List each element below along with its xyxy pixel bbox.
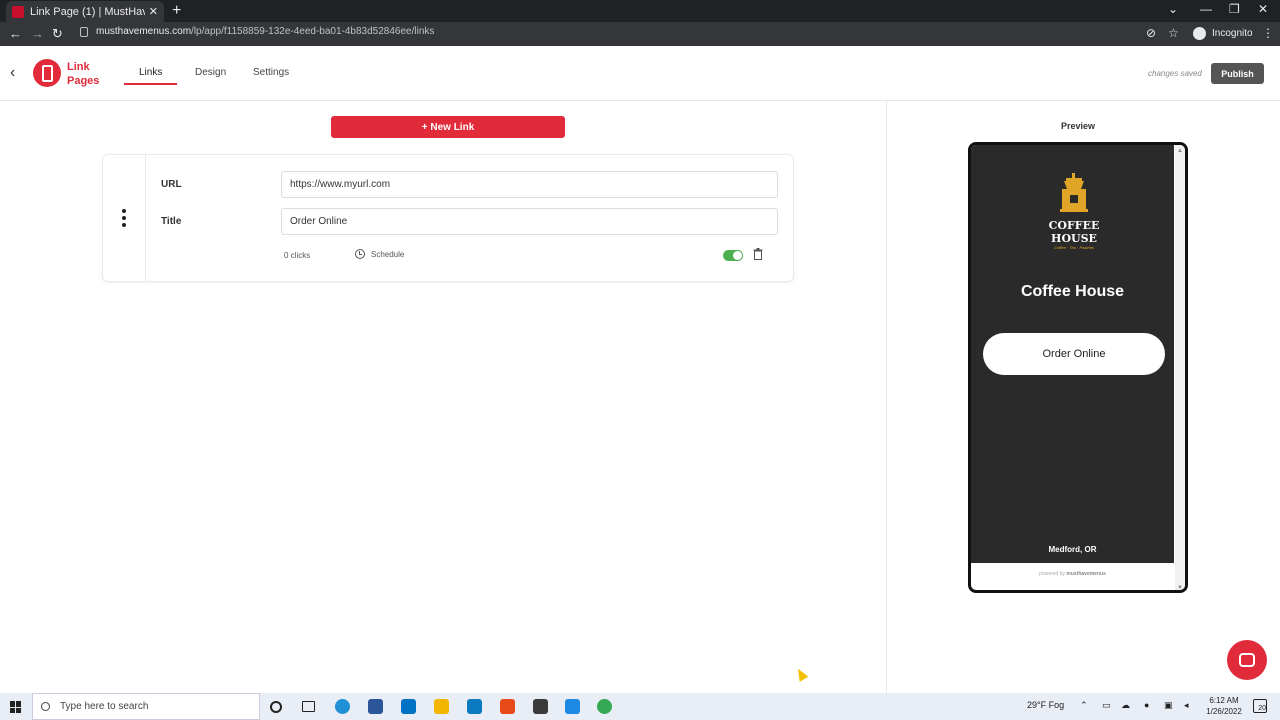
windows-start-icon[interactable] <box>10 701 22 713</box>
schedule-button[interactable]: Schedule <box>355 249 404 259</box>
incognito-badge[interactable]: Incognito <box>1193 27 1253 40</box>
title-input[interactable]: Order Online <box>281 208 778 235</box>
url-field[interactable]: musthavemenus.com /lp/app/f1158859-132e-… <box>80 26 434 37</box>
new-tab-button[interactable]: + <box>172 2 181 20</box>
cortana-icon[interactable] <box>270 701 282 713</box>
link-card: URL https://www.myurl.com Title Order On… <box>102 154 794 282</box>
powered-by: powered by musthavemenus <box>971 571 1174 577</box>
url-input[interactable]: https://www.myurl.com <box>281 171 778 198</box>
weather-widget[interactable]: 29°F Fog <box>1027 700 1064 710</box>
scroll-down-icon[interactable]: ▼ <box>1177 585 1183 590</box>
search-icon <box>41 702 50 711</box>
active-tab-indicator <box>124 83 177 85</box>
schedule-label: Schedule <box>371 249 405 259</box>
tab-links[interactable]: Links <box>139 67 162 78</box>
store-icon[interactable] <box>368 699 383 714</box>
panel-divider <box>886 101 887 693</box>
sticky-notes-icon[interactable] <box>533 699 548 714</box>
more-vertical-icon <box>122 209 126 227</box>
clock-icon <box>355 249 365 259</box>
mic-icon[interactable]: ● <box>1144 700 1149 710</box>
back-button[interactable]: ← <box>9 26 22 41</box>
phone-preview: COFFEE HOUSE Coffee · Tea · Pastries Cof… <box>968 142 1188 593</box>
link-pages-logo-icon <box>33 59 61 87</box>
file-explorer-icon[interactable] <box>434 699 449 714</box>
preview-order-online-button[interactable]: Order Online <box>983 333 1165 375</box>
star-icon[interactable]: ☆ <box>1168 26 1179 40</box>
powered-brand: musthavemenus <box>1066 571 1106 577</box>
tab-search-icon[interactable]: ⌄ <box>1168 2 1178 16</box>
tray-chevron-icon[interactable]: ⌃ <box>1080 700 1088 711</box>
taskbar-clock[interactable]: 6:12 AM 1/26/2022 <box>1200 695 1248 717</box>
browser-tab[interactable]: Link Page (1) | MustHaveMenus ✕ <box>6 1 164 22</box>
clock-date: 1/26/2022 <box>1206 707 1242 716</box>
url-label: URL <box>161 179 182 190</box>
forward-button[interactable]: → <box>31 26 44 41</box>
windows-taskbar: Type here to search 29°F Fog ⌃ ▭ ☁ ● ▣ ◂… <box>0 693 1280 720</box>
logo-tagline: Coffee · Tea · Pastries <box>1054 245 1094 250</box>
favicon-icon <box>12 5 24 18</box>
url-path: /lp/app/f1158859-132e-4eed-ba01-4b83d528… <box>191 26 435 37</box>
incognito-icon <box>1193 27 1206 40</box>
close-window-button[interactable]: ✕ <box>1258 2 1268 16</box>
tab-close-icon[interactable]: ✕ <box>149 5 158 18</box>
edge-icon[interactable] <box>335 699 350 714</box>
coffee-grinder-icon <box>1060 173 1088 212</box>
minimize-button[interactable]: — <box>1200 2 1212 16</box>
restore-button[interactable]: ❐ <box>1229 2 1240 16</box>
logo-name: COFFEE HOUSE <box>1048 219 1100 245</box>
onedrive-icon[interactable]: ☁ <box>1121 700 1130 711</box>
publish-button[interactable]: Publish <box>1211 63 1264 84</box>
chat-icon <box>1239 653 1255 667</box>
chat-launcher-button[interactable] <box>1227 640 1267 680</box>
business-location: Medford, OR <box>1048 545 1097 554</box>
task-view-icon[interactable] <box>302 701 315 712</box>
volume-icon[interactable]: ◂ <box>1184 700 1189 711</box>
network-icon[interactable]: ▣ <box>1164 700 1173 711</box>
app-icon[interactable] <box>467 699 482 714</box>
notifications-icon[interactable]: 20 <box>1253 699 1267 713</box>
reload-button[interactable]: ↻ <box>52 26 63 42</box>
powered-prefix: powered by <box>1039 571 1065 577</box>
back-chevron-icon[interactable]: ‹ <box>10 64 15 82</box>
taskbar-search-input[interactable]: Type here to search <box>32 693 260 720</box>
drag-handle[interactable] <box>103 155 146 281</box>
eye-off-icon[interactable]: ⊘ <box>1146 26 1156 40</box>
mouse-cursor-icon <box>793 666 809 682</box>
browser-titlebar: Link Page (1) | MustHaveMenus ✕ + ⌄ — ❐ … <box>0 0 1280 22</box>
scroll-up-icon[interactable]: ▲ <box>1177 148 1183 154</box>
brand-line-2: Pages <box>67 75 100 87</box>
lock-icon <box>80 26 88 37</box>
notification-count: 20 <box>1258 705 1266 712</box>
title-label: Title <box>161 216 182 227</box>
url-host: musthavemenus.com <box>96 26 192 37</box>
mail-icon[interactable] <box>401 699 416 714</box>
incognito-label: Incognito <box>1212 28 1253 39</box>
coffee-house-logo: COFFEE HOUSE Coffee · Tea · Pastries <box>1029 173 1119 250</box>
trash-icon[interactable] <box>753 248 763 260</box>
chrome-icon[interactable] <box>597 699 612 714</box>
taskbar-search-placeholder: Type here to search <box>60 701 149 712</box>
click-count: 0 clicks <box>284 251 311 260</box>
business-name: Coffee House <box>1020 283 1125 300</box>
app-header: ‹ Link Pages Links Design Settings chang… <box>0 46 1280 101</box>
new-link-button[interactable]: + New Link <box>331 116 565 138</box>
address-bar: ← → ↻ musthavemenus.com /lp/app/f1158859… <box>0 22 1280 46</box>
preview-scrollbar[interactable]: ▲ ▼ <box>1175 145 1185 590</box>
usb-icon[interactable]: ▭ <box>1102 700 1111 711</box>
preview-label: Preview <box>1060 121 1096 131</box>
clock-time: 6:12 AM <box>1209 696 1239 705</box>
browser-menu-icon[interactable]: ⋮ <box>1262 26 1274 40</box>
save-status: changes saved <box>1148 69 1202 78</box>
tab-design[interactable]: Design <box>195 67 226 78</box>
tab-settings[interactable]: Settings <box>253 67 289 78</box>
preview-screen: COFFEE HOUSE Coffee · Tea · Pastries Cof… <box>971 145 1174 563</box>
office-icon[interactable] <box>500 699 515 714</box>
remote-app-icon[interactable] <box>565 699 580 714</box>
tab-title: Link Page (1) | MustHaveMenus <box>30 5 145 18</box>
brand-line-1: Link <box>67 61 90 73</box>
brand-name: Link Pages <box>67 60 99 88</box>
link-enabled-toggle[interactable] <box>723 250 743 261</box>
